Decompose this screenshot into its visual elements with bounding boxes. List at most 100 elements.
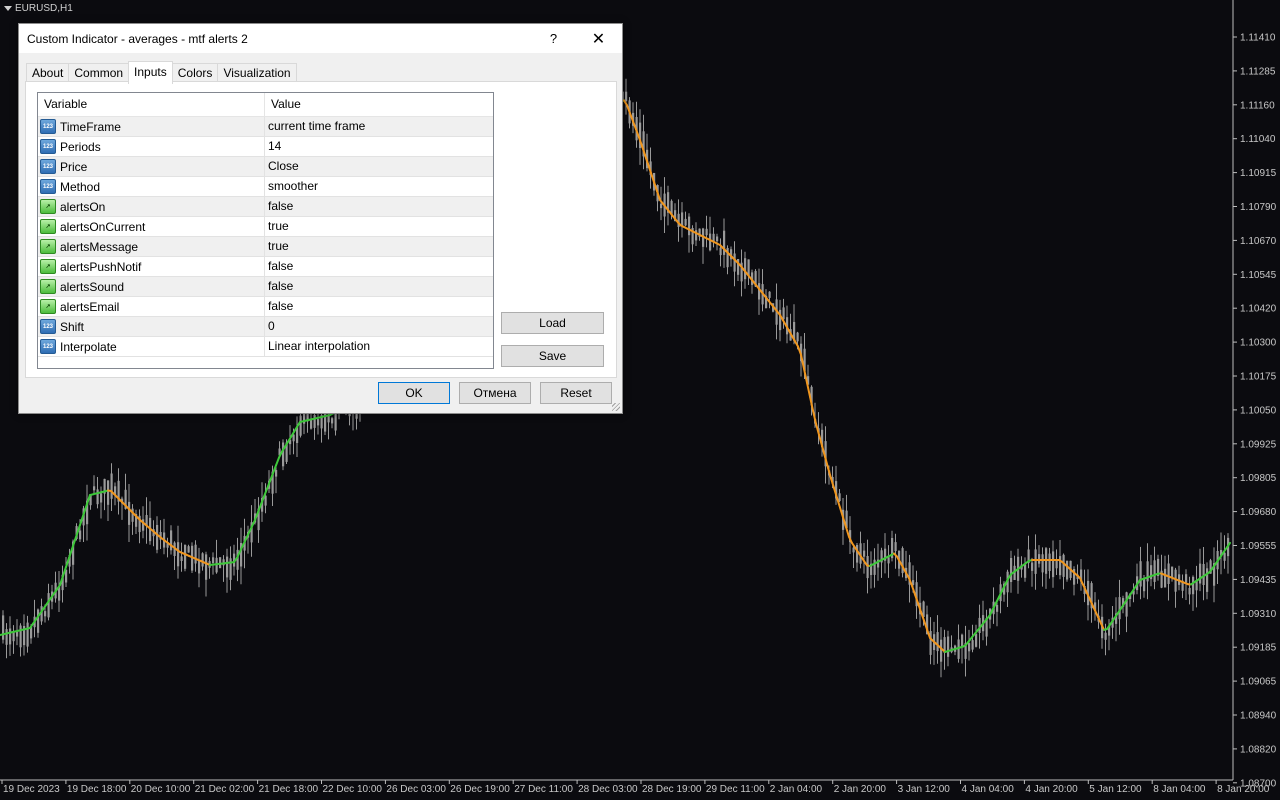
candle-body [894, 542, 897, 552]
value-cell[interactable]: Linear interpolation [265, 337, 370, 356]
value-cell[interactable]: false [265, 197, 293, 216]
value-cell[interactable]: current time frame [265, 117, 365, 136]
variable-cell[interactable]: ↗ alertsPushNotif [38, 257, 265, 276]
variable-cell[interactable]: 123 Interpolate [38, 337, 265, 356]
variable-cell[interactable]: ↗ alertsOn [38, 197, 265, 216]
boolean-icon: ↗ [40, 239, 56, 254]
price-tick-label: 1.09185 [1240, 643, 1277, 654]
price-tick-label: 1.09310 [1240, 609, 1277, 620]
value-cell[interactable]: false [265, 297, 293, 316]
candle-body [887, 557, 890, 564]
candle-body [2, 615, 5, 640]
candle-body [1139, 561, 1142, 587]
candle-body [310, 419, 313, 429]
time-tick-label: 4 Jan 20:00 [1025, 784, 1078, 795]
boolean-icon: ↗ [40, 279, 56, 294]
price-tick-label: 1.10300 [1240, 338, 1277, 349]
symbol-text: EURUSD,H1 [15, 3, 73, 14]
load-button[interactable]: Load [501, 312, 604, 334]
candle-body [317, 419, 320, 426]
variable-cell[interactable]: 123 Price [38, 157, 265, 176]
resize-grip-icon[interactable] [612, 403, 620, 411]
help-button[interactable]: ? [531, 24, 576, 53]
candle-body [100, 493, 103, 503]
grid-header: Variable Value [38, 93, 493, 117]
price-tick-label: 1.09805 [1240, 473, 1277, 484]
candle-body [1038, 554, 1041, 564]
candle-body [681, 212, 684, 227]
variable-cell[interactable]: ↗ alertsMessage [38, 237, 265, 256]
grid-row[interactable]: 123 Price Close [38, 157, 493, 177]
value-cell[interactable]: true [265, 237, 289, 256]
candle-body [670, 200, 673, 214]
variable-cell[interactable]: 123 Method [38, 177, 265, 196]
candle-body [1171, 566, 1174, 578]
save-button[interactable]: Save [501, 345, 604, 367]
price-tick-label: 1.10420 [1240, 304, 1277, 315]
grid-row[interactable]: ↗ alertsPushNotif false [38, 257, 493, 277]
candle-body [1041, 554, 1044, 573]
grid-row[interactable]: 123 Method smoother [38, 177, 493, 197]
candle-body [299, 415, 302, 436]
candle-body [5, 629, 8, 645]
price-tick-label: 1.11410 [1240, 33, 1276, 44]
candle-body [838, 493, 841, 502]
variable-cell[interactable]: ↗ alertsSound [38, 277, 265, 296]
value-cell[interactable]: true [265, 217, 289, 236]
time-tick-label: 4 Jan 04:00 [962, 784, 1015, 795]
candle-body [968, 643, 971, 652]
candle-body [1034, 549, 1037, 574]
ok-button[interactable]: OK [378, 382, 450, 404]
cancel-button[interactable]: Отмена [459, 382, 531, 404]
tab-colors[interactable]: Colors [171, 63, 219, 83]
variable-cell[interactable]: ↗ alertsOnCurrent [38, 217, 265, 236]
header-value[interactable]: Value [265, 93, 301, 116]
candle-body [1104, 632, 1107, 640]
candle-body [796, 332, 799, 342]
reset-button[interactable]: Reset [540, 382, 612, 404]
grid-row[interactable]: ↗ alertsOnCurrent true [38, 217, 493, 237]
number-icon: 123 [40, 339, 56, 354]
grid-row[interactable]: ↗ alertsSound false [38, 277, 493, 297]
variable-name: alertsMessage [60, 239, 139, 254]
price-tick-label: 1.08940 [1240, 711, 1277, 722]
header-variable[interactable]: Variable [38, 93, 265, 116]
variable-cell[interactable]: 123 Periods [38, 137, 265, 156]
variable-name: alertsPushNotif [60, 259, 142, 274]
candle-body [1174, 569, 1177, 592]
candle-body [313, 415, 316, 428]
grid-row[interactable]: 123 Periods 14 [38, 137, 493, 157]
grid-row[interactable]: 123 Interpolate Linear interpolation [38, 337, 493, 357]
tab-common[interactable]: Common [68, 63, 130, 83]
candle-body [177, 542, 180, 567]
value-cell[interactable]: false [265, 257, 293, 276]
tab-about[interactable]: About [26, 63, 70, 83]
title-bar[interactable]: Custom Indicator - averages - mtf alerts… [19, 24, 622, 53]
value-cell[interactable]: false [265, 277, 293, 296]
close-button[interactable]: ✕ [576, 24, 621, 53]
candle-body [712, 233, 715, 242]
tab-visualization[interactable]: Visualization [217, 63, 297, 83]
candle-body [947, 636, 950, 657]
value-cell[interactable]: 14 [265, 137, 281, 156]
candle-body [961, 634, 964, 648]
grid-row[interactable]: ↗ alertsOn false [38, 197, 493, 217]
variable-cell[interactable]: ↗ alertsEmail [38, 297, 265, 316]
time-tick-label: 29 Dec 11:00 [706, 784, 765, 795]
variable-cell[interactable]: 123 TimeFrame [38, 117, 265, 136]
grid-row[interactable]: ↗ alertsEmail false [38, 297, 493, 317]
number-icon: 123 [40, 119, 56, 134]
grid-row[interactable]: 123 Shift 0 [38, 317, 493, 337]
candle-body [625, 91, 628, 102]
value-cell[interactable]: 0 [265, 317, 275, 336]
symbol-label[interactable]: EURUSD,H1 [4, 3, 73, 14]
variable-cell[interactable]: 123 Shift [38, 317, 265, 336]
candle-body [1223, 552, 1226, 561]
tab-inputs[interactable]: Inputs [128, 61, 173, 84]
candle-body [187, 546, 190, 553]
grid-row[interactable]: ↗ alertsMessage true [38, 237, 493, 257]
grid-row[interactable]: 123 TimeFrame current time frame [38, 117, 493, 137]
value-cell[interactable]: Close [265, 157, 299, 176]
time-tick-label: 27 Dec 11:00 [514, 784, 573, 795]
value-cell[interactable]: smoother [265, 177, 318, 196]
